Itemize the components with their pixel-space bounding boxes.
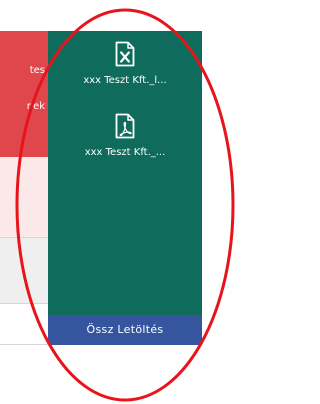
file-name[interactable]: xxx Teszt Kft._...: [48, 147, 202, 159]
pdf-file-icon[interactable]: [115, 113, 135, 139]
download-all-button[interactable]: Össz Letöltés: [48, 315, 202, 345]
downloads-panel: xxx Teszt Kft._l... xxx Teszt Kft._... Ö…: [48, 31, 202, 345]
table-row: [0, 157, 48, 237]
table-row: [0, 237, 48, 304]
table-row: [0, 303, 48, 345]
table-header-fragment: tes nek: [0, 31, 48, 157]
screenshot-root: tes nek xxx Teszt Kft._l... xxx Teszt Kf…: [0, 0, 241, 404]
file-download-item[interactable]: xxx Teszt Kft._l...: [48, 41, 202, 87]
table-header-text-fragment: nek: [26, 101, 45, 112]
table-header-text-fragment: tes: [29, 65, 45, 76]
file-download-item[interactable]: xxx Teszt Kft._...: [48, 113, 202, 159]
excel-file-icon[interactable]: [115, 41, 135, 67]
file-name[interactable]: xxx Teszt Kft._l...: [48, 75, 202, 87]
